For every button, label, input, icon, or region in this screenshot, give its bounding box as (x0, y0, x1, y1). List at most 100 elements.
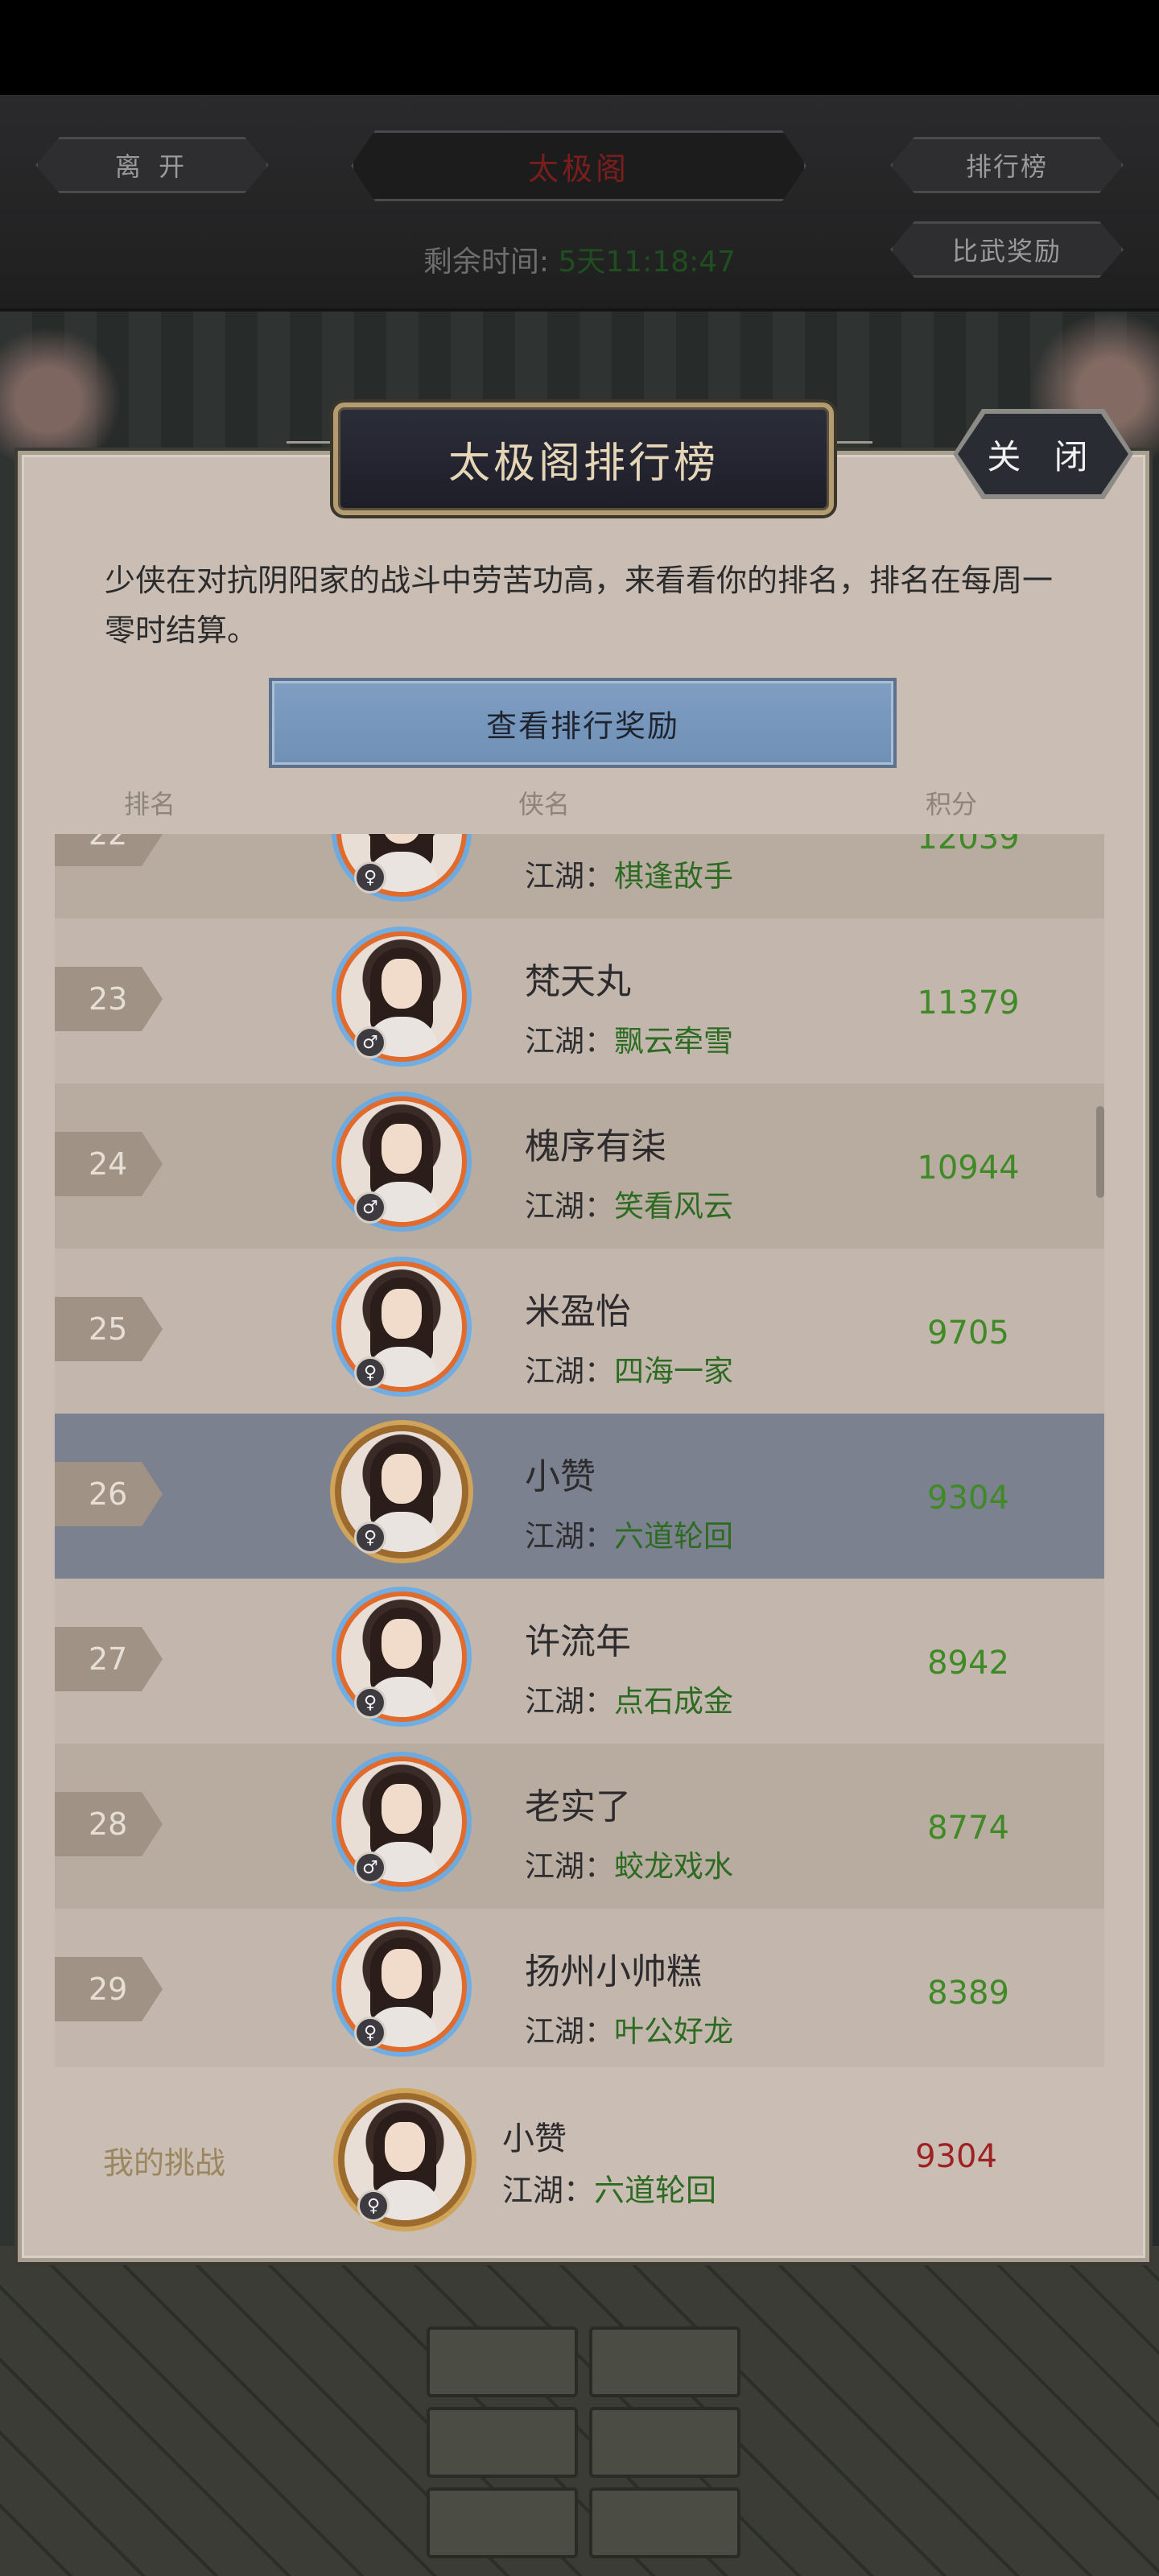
faction-value: 叶公好龙 (614, 2014, 733, 2049)
my-faction-value: 六道轮回 (594, 2173, 717, 2208)
table-row[interactable]: 26 ♀ 小赞江湖：六道轮回 9304 (55, 1414, 1104, 1579)
title-ornament-left (287, 441, 335, 466)
player-name: 扬州小帅糕 (525, 1951, 702, 1992)
scrollbar[interactable] (1096, 1106, 1104, 1198)
rank-badge: 22 (55, 834, 163, 866)
arena-title: 太极阁 (351, 130, 806, 201)
avatar-face (382, 1454, 422, 1504)
faction-prefix: 江湖： (525, 1684, 614, 1719)
faction-value: 四海一家 (614, 1354, 733, 1389)
player-name: 许流年 (525, 1621, 631, 1662)
faction-prefix: 江湖： (525, 2014, 614, 2049)
female-gender-icon: ♀ (354, 1356, 386, 1389)
my-score: 9304 (915, 2138, 997, 2175)
faction-prefix: 江湖： (525, 1849, 614, 1884)
rank-badge: 23 (55, 967, 163, 1031)
player-score: 12039 (917, 834, 1020, 857)
player-faction: 江湖：飘云牵雪 (525, 1017, 733, 1060)
leave-button[interactable]: 离 开 (35, 137, 269, 193)
male-gender-icon: ♂ (354, 1191, 386, 1224)
arena-title-text: 太极阁 (527, 151, 629, 187)
rank-badge: 26 (55, 1462, 163, 1526)
rank-number: 24 (89, 1146, 128, 1182)
faction-value: 六道轮回 (614, 1519, 733, 1554)
table-row[interactable]: 24 ♂ 槐序有柒江湖：笑看风云 10944 (55, 1084, 1104, 1249)
my-challenge-row: 我的挑战 ♀ 小赞 江湖：六道轮回 9304 (55, 2069, 1104, 2246)
rank-badge: 25 (55, 1297, 163, 1361)
faction-value: 点石成金 (614, 1684, 733, 1719)
player-name: 梵天丸 (525, 961, 631, 1002)
male-gender-icon: ♂ (354, 1852, 386, 1884)
view-reward-label: 查看排行奖励 (485, 708, 679, 744)
faction-prefix: 江湖： (525, 1354, 614, 1389)
player-score: 10944 (917, 1150, 1020, 1187)
player-score: 8774 (927, 1810, 1009, 1847)
table-row[interactable]: 22 ♀ 江湖：棋逢敌手 12039 (55, 834, 1104, 919)
table-row[interactable]: 23 ♂ 梵天丸江湖：飘云牵雪 11379 (55, 919, 1104, 1084)
my-faction: 江湖：六道轮回 (502, 2165, 716, 2210)
rank-badge: 28 (55, 1792, 163, 1856)
ranking-list[interactable]: 22 ♀ 江湖：棋逢敌手 12039 23 ♂ 梵天丸 江湖：飘云牵雪 11379 24 ♂ 槐序有柒… (55, 834, 1104, 2067)
table-row[interactable]: 25 ♀ 米盈怡 江湖：四海一家 9705 (55, 1249, 1104, 1414)
female-gender-icon: ♀ (354, 1686, 386, 1719)
avatar-face (382, 1949, 422, 1999)
faction-prefix: 江湖： (525, 859, 614, 894)
avatar-face (382, 1784, 422, 1834)
faction-prefix: 江湖： (502, 2173, 595, 2208)
player-name: 米盈怡 (525, 1291, 631, 1332)
player-score: 8389 (927, 1975, 1009, 2012)
faction-value: 蛟龙戏水 (614, 1849, 733, 1884)
male-gender-icon: ♂ (354, 1026, 386, 1059)
ranking-button[interactable]: 排行榜 (890, 137, 1124, 193)
player-score: 8942 (927, 1645, 1009, 1682)
close-label: 关 闭 (987, 436, 1099, 477)
column-header-score: 积分 (926, 789, 978, 819)
floor-stone (427, 2326, 578, 2397)
ranking-label: 排行榜 (965, 151, 1048, 182)
rank-badge: 29 (55, 1957, 163, 2021)
rank-badge: 24 (55, 1132, 163, 1196)
remaining-time-value: 5天11:18:47 (558, 246, 736, 279)
player-faction: 江湖：棋逢敌手 (525, 852, 733, 895)
my-player-name: 小赞 (502, 2120, 567, 2157)
faction-value: 笑看风云 (614, 1189, 733, 1224)
faction-prefix: 江湖： (525, 1024, 614, 1059)
rank-number: 25 (89, 1311, 128, 1347)
avatar-face (382, 1619, 422, 1669)
player-name: 槐序有柒 (525, 1126, 666, 1167)
close-button[interactable]: 关 闭 (958, 414, 1128, 494)
avatar-face (382, 1124, 422, 1174)
my-challenge-label: 我的挑战 (103, 2145, 226, 2181)
player-faction: 江湖：六道轮回 (525, 1512, 733, 1555)
rank-number: 28 (89, 1806, 128, 1842)
player-faction: 江湖：蛟龙戏水 (525, 1842, 733, 1885)
rank-number: 22 (89, 834, 128, 852)
rank-number: 29 (89, 1971, 128, 2007)
female-gender-icon: ♀ (354, 1521, 386, 1554)
faction-prefix: 江湖： (525, 1519, 614, 1554)
faction-prefix: 江湖： (525, 1189, 614, 1224)
avatar-face (382, 959, 422, 1009)
rank-number: 27 (89, 1641, 128, 1677)
column-header-name: 侠名 (518, 789, 571, 819)
table-row[interactable]: 28 ♂ 老实了 江湖：蛟龙戏水 8774 (55, 1744, 1104, 1909)
view-ranking-reward-button[interactable]: 查看排行奖励 (269, 678, 897, 768)
table-row[interactable]: 27 ♀ 许流年江湖：点石成金 8942 (55, 1579, 1104, 1744)
player-score: 9304 (927, 1480, 1009, 1517)
rank-badge: 27 (55, 1627, 163, 1691)
player-faction: 江湖：叶公好龙 (525, 2007, 733, 2050)
floor-stone (427, 2487, 578, 2558)
remaining-time: 剩余时间: 5天11:18:47 (0, 238, 1159, 280)
table-row[interactable]: 29 ♀ 扬州小帅糕江湖：叶公好龙 8389 (55, 1909, 1104, 2067)
player-score: 11379 (917, 985, 1020, 1022)
female-gender-icon: ♀ (354, 2017, 386, 2049)
female-gender-icon: ♀ (357, 2190, 390, 2222)
player-name: 小赞 (525, 1456, 596, 1497)
rank-number: 26 (89, 1476, 128, 1512)
leave-label: 离 开 (114, 151, 190, 182)
faction-value: 棋逢敌手 (614, 859, 733, 894)
remaining-time-label: 剩余时间: (423, 246, 559, 279)
floor-stone (427, 2407, 578, 2478)
avatar-face (385, 2122, 425, 2172)
player-faction: 江湖：笑看风云 (525, 1182, 733, 1225)
